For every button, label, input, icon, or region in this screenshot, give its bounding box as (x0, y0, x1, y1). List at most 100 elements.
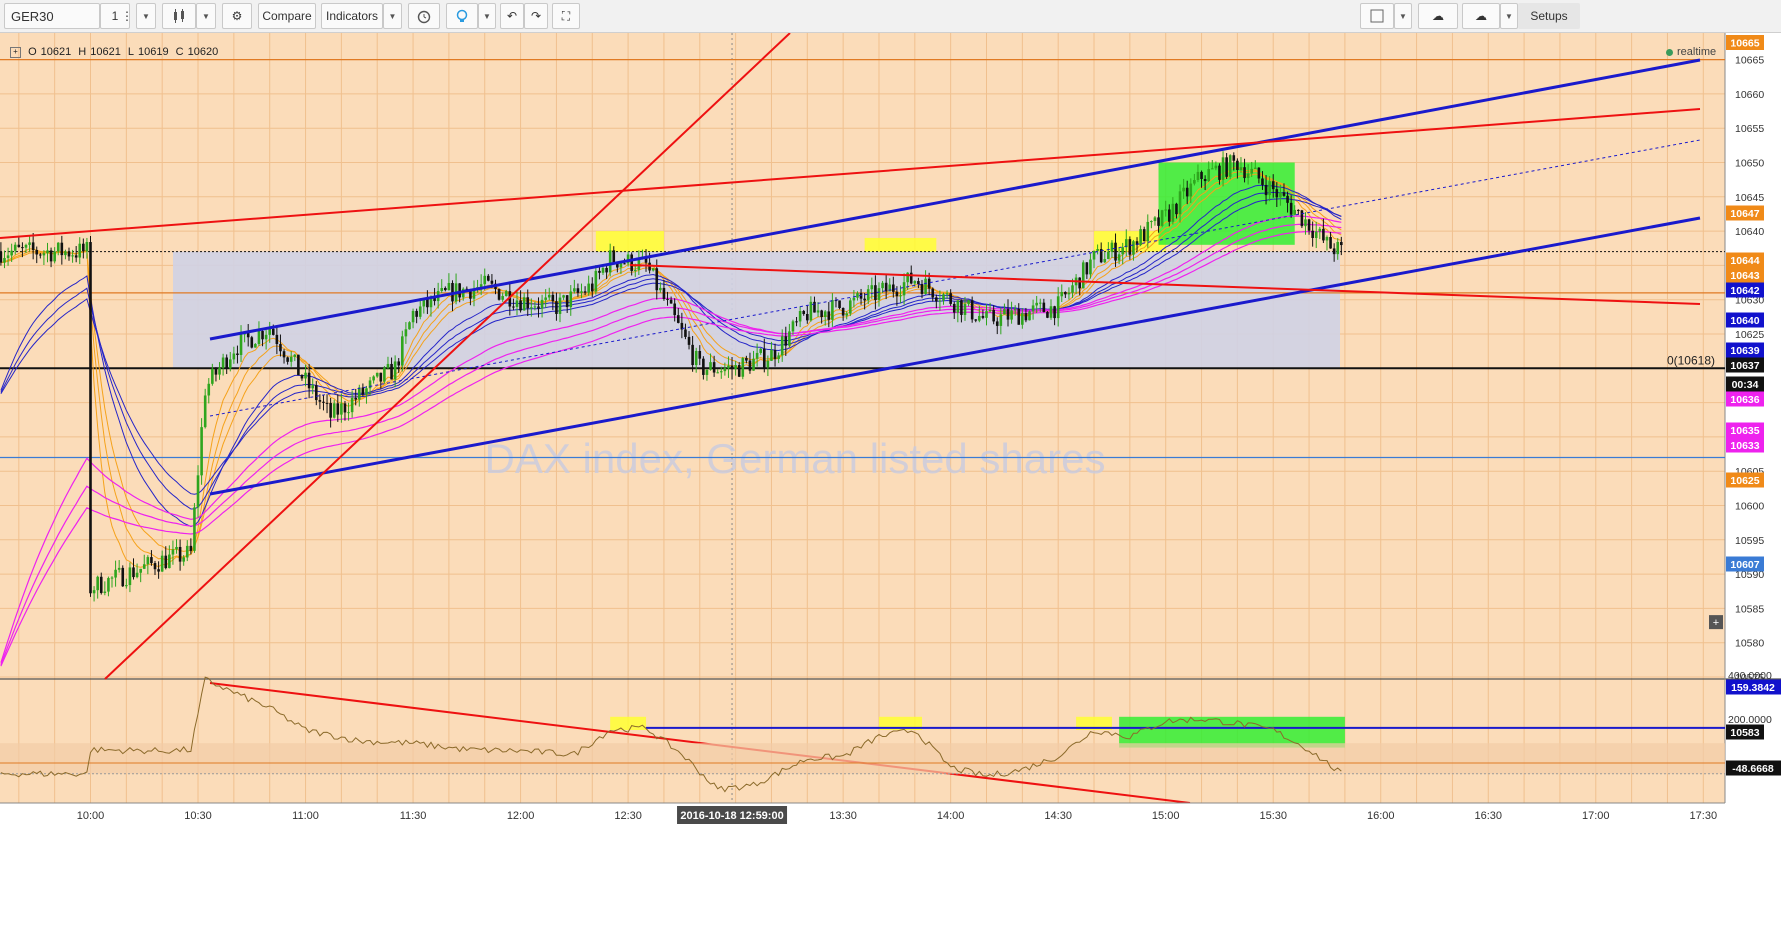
candle-body (200, 427, 203, 476)
candle-body (85, 242, 89, 252)
candle-body (1257, 167, 1261, 179)
candle-body (490, 280, 494, 284)
price-tick-label: 10650 (1735, 158, 1764, 170)
candle-body (160, 555, 164, 572)
candle-body (806, 314, 809, 321)
candle-body (175, 546, 178, 550)
candle-body (963, 303, 967, 315)
indicators-button[interactable]: Indicators (321, 3, 383, 29)
candle-body (612, 250, 616, 263)
candle-body (1085, 262, 1089, 275)
close-label: C (175, 46, 184, 58)
candle-body (64, 251, 67, 256)
candle-body (773, 350, 777, 359)
high-label: H (78, 46, 87, 58)
candle-body (1142, 229, 1146, 242)
osc-value-tag-label: -48.6668 (1732, 763, 1774, 775)
candle-body (831, 300, 834, 320)
candle-body (1121, 247, 1124, 255)
price-tag-label: 10607 (1730, 559, 1759, 571)
candle-body (1329, 237, 1332, 249)
setups-button[interactable]: Setups (1518, 3, 1580, 29)
symbol-search-input[interactable]: GER30 (4, 3, 100, 29)
cloud-download-icon[interactable]: ☁ (1418, 3, 1458, 29)
undo-icon[interactable]: ↶ (500, 3, 524, 29)
candle-body (304, 372, 307, 379)
candle-body (365, 388, 368, 395)
candle-body (332, 403, 336, 418)
chart-style-dropdown-icon[interactable]: ▼ (196, 3, 216, 29)
candle-body (153, 563, 157, 570)
candle-body (892, 284, 895, 292)
ideas-dropdown-icon[interactable]: ▼ (478, 3, 496, 29)
time-axis[interactable]: 10:00 10:30 11:00 11:30 12:00 12:30 13:30 14:00… (0, 802, 1781, 926)
candle-body (35, 249, 39, 255)
candle-body (684, 329, 687, 337)
layout-dropdown-icon[interactable]: ▼ (1394, 3, 1412, 29)
more-icon[interactable]: ⋮ (118, 3, 136, 29)
candle-body (82, 243, 85, 252)
candle-body (397, 361, 401, 366)
time-tick-label: 10:00 (77, 810, 105, 822)
candle-body (619, 263, 623, 268)
price-tag-label: 00:34 (1732, 379, 1759, 391)
candle-body (17, 244, 21, 248)
price-chart[interactable]: DAX index, German listed shares 0(10618)… (0, 33, 1781, 926)
candle-body (408, 322, 411, 330)
candle-body (1232, 155, 1236, 161)
legend-toggle-icon[interactable]: + (10, 46, 21, 58)
candle-body (1246, 173, 1250, 179)
interval-dropdown-icon[interactable]: ▼ (136, 3, 156, 29)
candle-body (1304, 219, 1307, 227)
price-tag-label: 10642 (1730, 285, 1759, 297)
candle-body (114, 569, 117, 578)
candle-body (1071, 285, 1074, 293)
candle-body (271, 328, 275, 335)
candle-body (60, 242, 64, 256)
candle-body (899, 295, 902, 297)
candle-body (1128, 239, 1132, 255)
price-tag-label: 10640 (1730, 315, 1759, 327)
candle-body (354, 397, 358, 400)
candle-body (39, 254, 42, 256)
settings-gear-icon[interactable]: ⚙ (222, 3, 252, 29)
candle-body (1078, 277, 1081, 289)
osc-band (0, 743, 1725, 774)
candle-body (651, 268, 655, 271)
fullscreen-icon[interactable]: ⛶ (552, 3, 580, 29)
alert-icon[interactable] (408, 3, 440, 29)
candle-body (289, 356, 293, 362)
candle-body (1207, 169, 1211, 182)
ideas-bulb-icon[interactable] (446, 3, 478, 29)
candle-body (949, 293, 952, 304)
price-tick-label: 10625 (1735, 329, 1764, 341)
time-tick-label: 15:30 (1259, 810, 1287, 822)
redo-icon[interactable]: ↷ (524, 3, 548, 29)
time-tick-label: 17:30 (1690, 810, 1718, 822)
cloud-upload-icon[interactable]: ☁ (1462, 3, 1500, 29)
candle-body (203, 395, 207, 428)
candle-body (1038, 302, 1042, 304)
cloud-dropdown-icon[interactable]: ▼ (1500, 3, 1518, 29)
compare-button[interactable]: Compare (258, 3, 316, 29)
candle-body (737, 365, 741, 377)
candle-body (1250, 168, 1254, 174)
indicators-dropdown-icon[interactable]: ▼ (383, 3, 402, 29)
candle-body (225, 357, 228, 369)
candle-body (784, 336, 788, 346)
candle-body (1214, 165, 1218, 169)
candle-body (931, 288, 935, 298)
candle-body (752, 358, 755, 371)
candle-body (702, 358, 705, 375)
candle-body (1157, 217, 1160, 226)
candle-body (1261, 178, 1264, 185)
candle-body (1300, 210, 1304, 227)
candle-body (956, 300, 960, 313)
candle-body (128, 567, 132, 586)
chart-style-button[interactable] (162, 3, 196, 29)
candle-body (587, 283, 590, 293)
candle-body (1332, 248, 1336, 255)
yellow-zone (595, 231, 664, 252)
layout-square-icon[interactable] (1360, 3, 1394, 29)
candle-body (279, 344, 282, 352)
